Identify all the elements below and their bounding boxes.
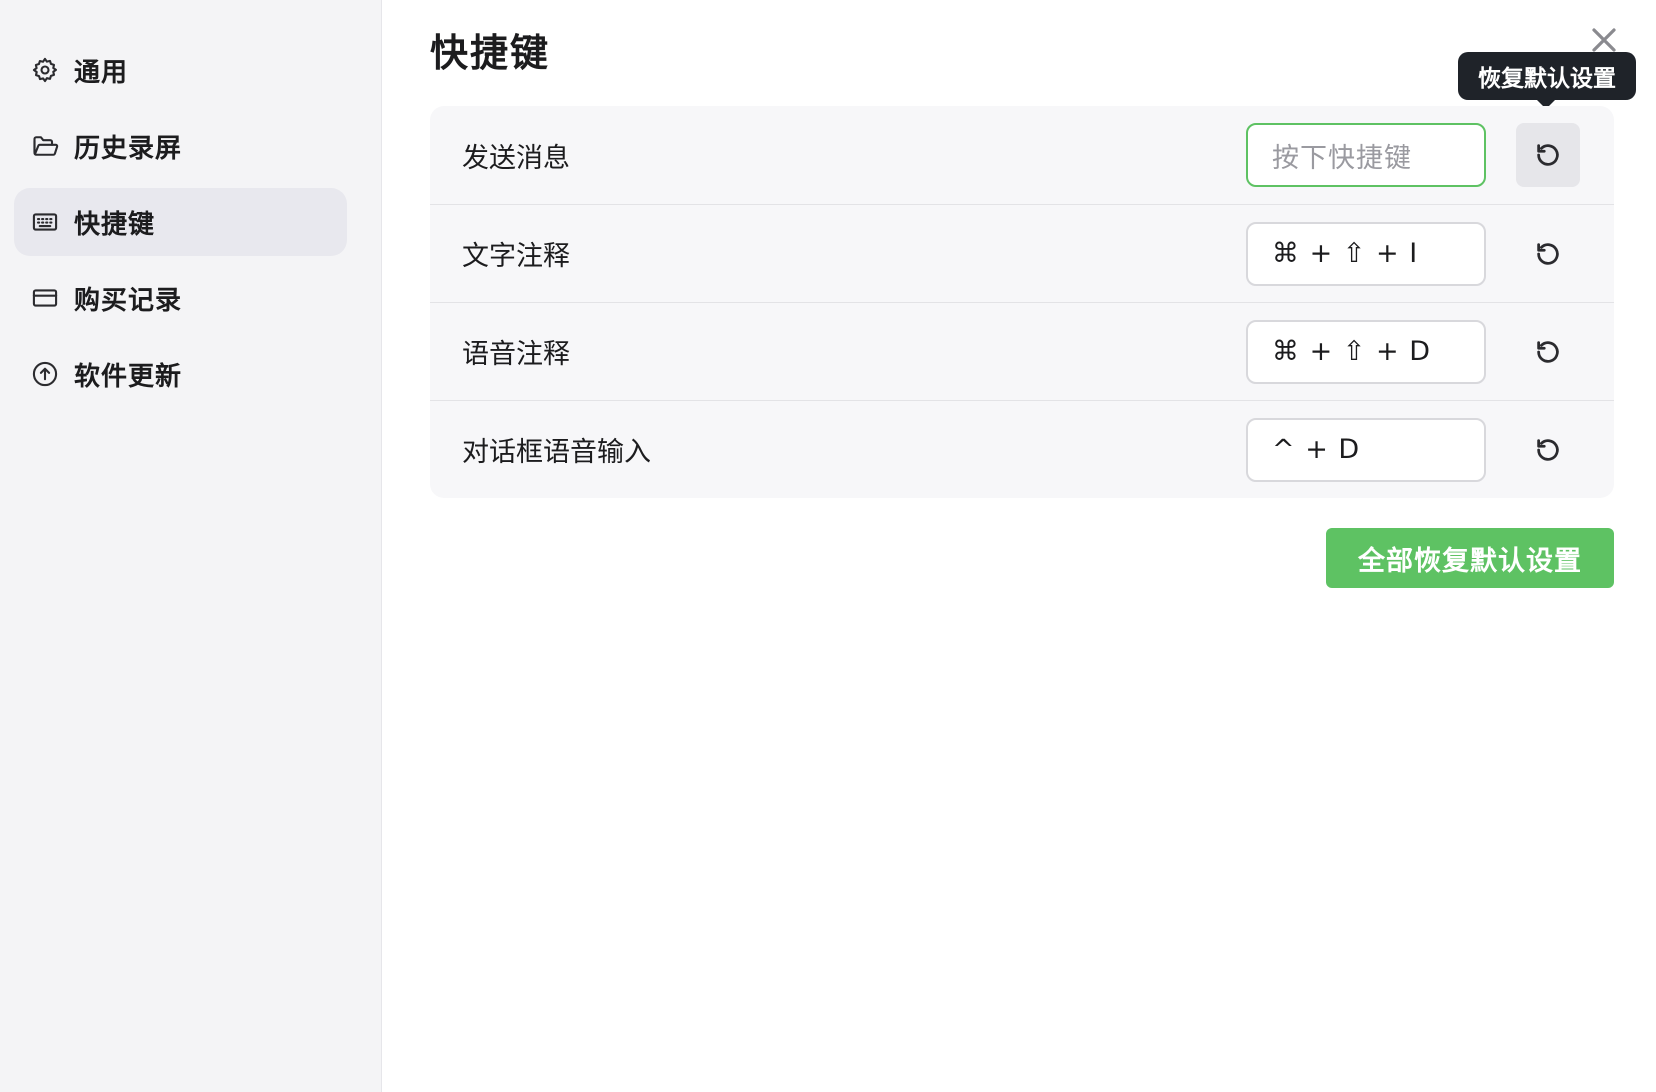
- keyboard-icon: [30, 207, 60, 237]
- sidebar-item-shortcuts[interactable]: 快捷键: [14, 188, 347, 256]
- shortcut-label: 对话框语音输入: [462, 437, 651, 468]
- reset-button-send-message[interactable]: [1516, 123, 1580, 187]
- tooltip: 恢复默认设置: [1458, 52, 1636, 109]
- sidebar-item-general[interactable]: 通用: [14, 36, 347, 104]
- sidebar-item-label: 快捷键: [74, 209, 156, 240]
- shortcut-row-text-annotation: 文字注释 ⌘ + ⇧ + I: [430, 204, 1614, 302]
- sidebar-item-label: 软件更新: [74, 361, 183, 392]
- shortcut-list: 发送消息 按下快捷键 文字注释 ⌘ + ⇧ + I 语音注释 ⌘ + ⇧ + D…: [430, 106, 1614, 498]
- shortcut-row-voice-annotation: 语音注释 ⌘ + ⇧ + D: [430, 302, 1614, 400]
- shortcut-input-voice-annotation[interactable]: ⌘ + ⇧ + D: [1246, 319, 1486, 384]
- shortcut-value: ^ + D: [1272, 434, 1361, 465]
- reset-button-dialog-voice-input[interactable]: [1516, 418, 1580, 482]
- shortcut-row-dialog-voice-input: 对话框语音输入 ^ + D: [430, 400, 1614, 498]
- reset-all-button[interactable]: 全部恢复默认设置: [1326, 528, 1614, 588]
- settings-window: 通用 历史录屏 快捷键 购买记录 软件更新 快捷键 恢复默认设置 发送消息 按下…: [0, 0, 1656, 1092]
- reset-icon: [1537, 340, 1559, 363]
- shortcut-input-dialog-voice-input[interactable]: ^ + D: [1246, 417, 1486, 482]
- reset-icon: [1537, 144, 1559, 166]
- folder-icon: [30, 131, 60, 161]
- shortcut-row-send-message: 发送消息 按下快捷键: [430, 106, 1614, 204]
- sidebar-item-label: 通用: [74, 57, 129, 88]
- sidebar-item-purchases[interactable]: 购买记录: [14, 264, 347, 332]
- shortcut-value: ⌘ + ⇧ + D: [1272, 336, 1431, 367]
- credit-card-icon: [30, 283, 60, 313]
- sidebar-item-history[interactable]: 历史录屏: [14, 112, 347, 180]
- reset-icon: [1537, 242, 1559, 265]
- shortcut-input-send-message[interactable]: 按下快捷键: [1246, 123, 1486, 187]
- sidebar-item-label: 历史录屏: [74, 133, 183, 164]
- shortcut-placeholder: 按下快捷键: [1272, 142, 1412, 174]
- shortcut-input-text-annotation[interactable]: ⌘ + ⇧ + I: [1246, 221, 1486, 286]
- tooltip-text: 恢复默认设置: [1478, 66, 1616, 92]
- reset-button-text-annotation[interactable]: [1516, 222, 1580, 286]
- shortcut-label: 发送消息: [462, 142, 570, 174]
- shortcut-label: 语音注释: [462, 339, 570, 370]
- reset-icon: [1537, 438, 1559, 461]
- shortcut-value: ⌘ + ⇧ + I: [1272, 238, 1419, 269]
- page-title: 快捷键: [430, 31, 551, 75]
- sidebar-item-updates[interactable]: 软件更新: [14, 340, 347, 408]
- sidebar-item-label: 购买记录: [74, 285, 183, 316]
- arrow-up-circle-icon: [30, 359, 60, 389]
- gear-icon: [30, 55, 60, 85]
- sidebar: 通用 历史录屏 快捷键 购买记录 软件更新: [0, 0, 382, 1092]
- close-icon: [1592, 28, 1616, 52]
- reset-button-voice-annotation[interactable]: [1516, 320, 1580, 384]
- main-panel: 快捷键 恢复默认设置 发送消息 按下快捷键 文字注释 ⌘ + ⇧ + I 语音注…: [382, 0, 1656, 1092]
- shortcut-label: 文字注释: [462, 241, 570, 272]
